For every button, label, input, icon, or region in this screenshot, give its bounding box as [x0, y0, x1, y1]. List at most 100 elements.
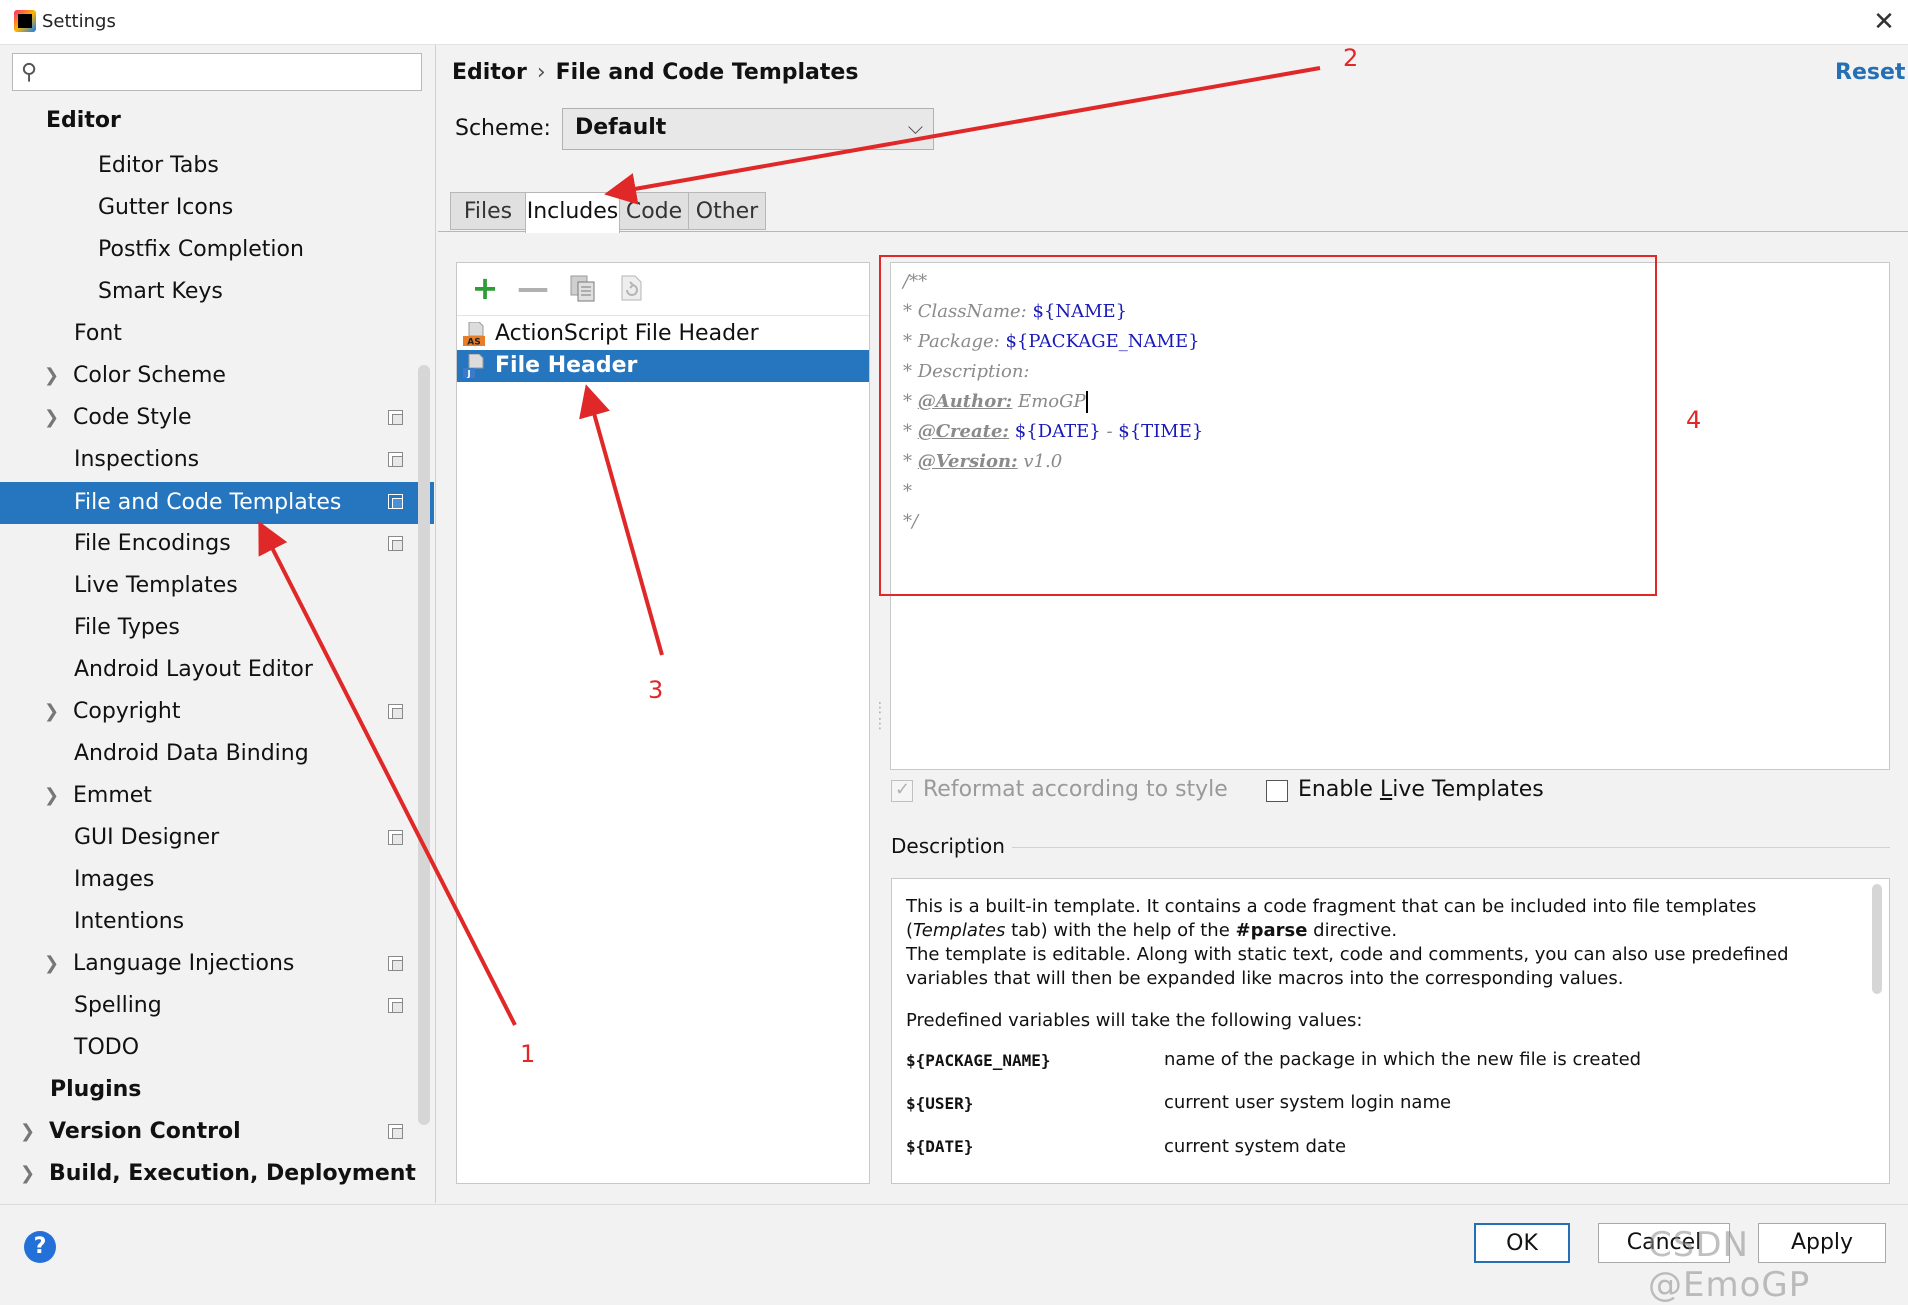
add-template-button[interactable]: +	[469, 272, 501, 305]
sidebar-item-code-style[interactable]: ❯ Code Style	[0, 398, 434, 438]
annotation-number-2: 2	[1343, 44, 1359, 72]
svg-text:J: J	[466, 370, 470, 379]
sidebar-item-postfix-completion[interactable]: Postfix Completion	[0, 230, 434, 270]
enable-live-templates-label: Enable Live Templates	[1298, 777, 1544, 802]
variable-description: name of the package in which the new fil…	[1164, 1049, 1642, 1070]
chevron-right-icon: ❯	[20, 1121, 36, 1142]
svg-text:AS: AS	[467, 338, 480, 347]
annotation-number-4: 4	[1686, 406, 1702, 434]
project-settings-icon	[388, 830, 403, 845]
chevron-down-icon: ⌵	[907, 115, 923, 139]
remove-template-button[interactable]: —	[517, 272, 549, 305]
sidebar-item-inspections[interactable]: Inspections	[0, 440, 434, 480]
tab-includes[interactable]: Includes	[525, 192, 620, 233]
sidebar-item-live-templates[interactable]: Live Templates	[0, 566, 434, 606]
close-button[interactable]: ✕	[1868, 6, 1900, 38]
search-input[interactable]: ⚲	[12, 53, 422, 91]
sidebar-item-language-injections[interactable]: ❯ Language Injections	[0, 944, 434, 984]
sidebar-item-android-layout-editor[interactable]: Android Layout Editor	[0, 650, 434, 690]
tab-code[interactable]: Code	[619, 192, 689, 230]
variable-description: current system date	[1164, 1136, 1347, 1157]
project-settings-icon	[388, 1124, 403, 1139]
chevron-right-icon: ❯	[44, 953, 60, 974]
sidebar-item-file-encodings[interactable]: File Encodings	[0, 524, 434, 564]
title-bar: Settings ✕	[0, 0, 1908, 45]
page-title: File and Code Templates	[555, 60, 859, 85]
breadcrumb-parent[interactable]: Editor	[452, 60, 527, 85]
variable-name: ${PACKAGE_NAME}	[906, 1051, 1051, 1070]
annotation-number-1: 1	[520, 1040, 536, 1068]
java-file-icon: J	[463, 354, 484, 379]
window-title: Settings	[42, 11, 116, 32]
annotation-number-3: 3	[648, 676, 664, 704]
scheme-value: Default	[575, 115, 667, 140]
chevron-right-icon: ❯	[44, 701, 60, 722]
variable-name: ${DATE}	[906, 1137, 974, 1156]
copy-template-button[interactable]	[567, 273, 599, 305]
description-panel: This is a built-in template. It contains…	[891, 878, 1890, 1184]
enable-live-templates-checkbox[interactable]	[1266, 780, 1288, 802]
sidebar-scrollbar[interactable]	[418, 365, 430, 1125]
sidebar-item-images[interactable]: Images	[0, 860, 434, 900]
intellij-app-icon	[14, 10, 36, 32]
project-settings-icon	[388, 998, 403, 1013]
chevron-right-icon: ❯	[20, 1163, 36, 1184]
scheme-label: Scheme:	[455, 116, 551, 141]
scheme-select[interactable]: Default ⌵	[562, 108, 934, 150]
annotation-box-4	[879, 255, 1657, 596]
description-scrollbar[interactable]	[1872, 884, 1882, 994]
reset-to-default-icon	[621, 275, 642, 301]
tab-divider	[438, 231, 1908, 232]
list-toolbar: + —	[457, 263, 869, 316]
template-list-panel: + — AS ActionScript File Header J File H…	[456, 262, 870, 1184]
sidebar-item-build-execution-deployment[interactable]: ❯ Build, Execution, Deployment	[0, 1154, 434, 1194]
project-settings-icon	[388, 494, 403, 509]
ok-button[interactable]: OK	[1474, 1223, 1570, 1263]
sidebar-item-smart-keys[interactable]: Smart Keys	[0, 272, 434, 312]
project-settings-icon	[388, 410, 403, 425]
template-item-actionscript-file-header[interactable]: AS ActionScript File Header	[457, 318, 869, 350]
sidebar-item-editor-tabs[interactable]: Editor Tabs	[0, 146, 434, 186]
tab-other[interactable]: Other	[688, 192, 766, 230]
sidebar-item-emmet[interactable]: ❯ Emmet	[0, 776, 434, 816]
sidebar-item-todo[interactable]: TODO	[0, 1028, 434, 1068]
dialog-button-bar: ? OK Cancel Apply CSDN @EmoGP	[0, 1204, 1908, 1305]
tab-files[interactable]: Files	[450, 192, 526, 230]
project-settings-icon	[388, 704, 403, 719]
sidebar-item-plugins[interactable]: Plugins	[0, 1070, 434, 1110]
chevron-right-icon: ❯	[44, 365, 60, 386]
reset-template-button[interactable]	[615, 273, 647, 305]
copy-icon	[570, 275, 595, 302]
chevron-right-icon: ❯	[44, 785, 60, 806]
sidebar-item-gutter-icons[interactable]: Gutter Icons	[0, 188, 434, 228]
description-heading: Description	[891, 834, 1005, 858]
sidebar-item-version-control[interactable]: ❯ Version Control	[0, 1112, 434, 1152]
description-paragraph: This is a built-in template. It contains…	[906, 896, 1757, 941]
search-icon: ⚲	[21, 60, 38, 85]
reformat-checkbox[interactable]	[891, 779, 913, 802]
sidebar-item-font[interactable]: Font	[0, 314, 434, 354]
project-settings-icon	[388, 452, 403, 467]
reset-link[interactable]: Reset	[1835, 60, 1905, 85]
sidebar-item-intentions[interactable]: Intentions	[0, 902, 434, 942]
sidebar-item-gui-designer[interactable]: GUI Designer	[0, 818, 434, 858]
sidebar-item-file-types[interactable]: File Types	[0, 608, 434, 648]
csdn-watermark: CSDN @EmoGP	[1648, 1225, 1811, 1305]
help-button[interactable]: ?	[24, 1231, 56, 1263]
sidebar-item-copyright[interactable]: ❯ Copyright	[0, 692, 434, 732]
variable-description: current user system login name	[1164, 1092, 1452, 1113]
splitter-handle[interactable]: ⋮ ⋮	[873, 700, 887, 740]
chevron-right-icon: ❯	[44, 407, 60, 428]
sidebar-item-color-scheme[interactable]: ❯ Color Scheme	[0, 356, 434, 396]
sidebar-item-file-and-code-templates[interactable]: File and Code Templates	[0, 482, 434, 524]
project-settings-icon	[388, 536, 403, 551]
sidebar-item-android-data-binding[interactable]: Android Data Binding	[0, 734, 434, 774]
sidebar-item-spelling[interactable]: Spelling	[0, 986, 434, 1026]
settings-sidebar: ⚲ Editor Editor Tabs Gutter Icons Postfi…	[0, 45, 436, 1203]
breadcrumb-separator: ›	[536, 60, 546, 85]
sidebar-item-editor[interactable]: Editor	[0, 101, 434, 141]
actionscript-file-icon: AS	[463, 322, 485, 346]
template-item-file-header[interactable]: J File Header	[457, 350, 869, 382]
description-divider	[1012, 847, 1890, 848]
reformat-label: Reformat according to style	[923, 777, 1228, 802]
